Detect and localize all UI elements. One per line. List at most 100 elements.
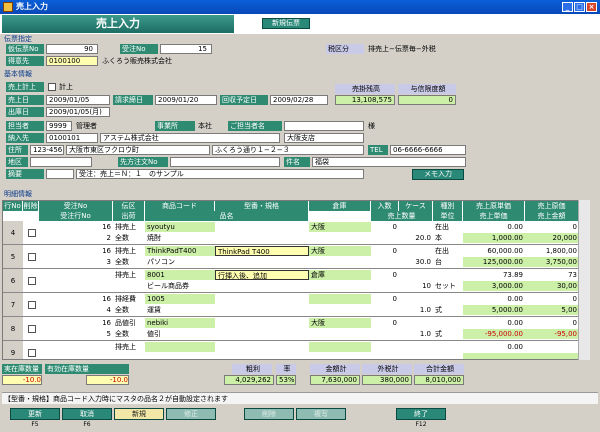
kataban-cell[interactable] bbox=[215, 222, 309, 232]
genka-tanka-cell[interactable]: 0.00 bbox=[463, 318, 525, 328]
sakichu-field[interactable] bbox=[170, 157, 280, 167]
quantity-cell[interactable]: 10 bbox=[371, 281, 433, 291]
tekiyo-select[interactable] bbox=[46, 169, 74, 179]
irisu-cell[interactable]: 0 bbox=[371, 294, 399, 304]
product-name-cell[interactable]: 値引 bbox=[145, 329, 309, 339]
kataban-cell[interactable]: ThinkPad T400 bbox=[215, 246, 309, 256]
uriage-bi-field[interactable]: 2009/01/05 bbox=[46, 95, 110, 105]
chiku-field[interactable] bbox=[30, 157, 92, 167]
soko-cell[interactable]: 倉庫 bbox=[309, 270, 371, 280]
footer-button-1[interactable]: 更新 bbox=[10, 408, 60, 420]
product-code-cell[interactable]: nebiki bbox=[145, 318, 215, 328]
shukka-cell[interactable]: 全数 bbox=[113, 329, 145, 339]
delete-checkbox[interactable] bbox=[28, 325, 36, 333]
zip-field[interactable]: 123-456 bbox=[30, 145, 64, 155]
close-icon[interactable]: × bbox=[586, 2, 597, 12]
soko-cell[interactable] bbox=[309, 294, 371, 304]
soko-cell[interactable]: 大阪 bbox=[309, 318, 371, 328]
nonyu-name-field[interactable]: アステム株式会社 bbox=[100, 133, 280, 143]
tel-field[interactable]: 06-6666-6666 bbox=[390, 145, 466, 155]
kenmei-field[interactable]: 福袋 bbox=[312, 157, 466, 167]
tanka-cell[interactable] bbox=[463, 353, 525, 359]
case-cell[interactable] bbox=[399, 318, 433, 328]
tanka-cell[interactable]: 125,000.00 bbox=[463, 257, 525, 267]
denku-cell[interactable]: 排経費 bbox=[113, 294, 145, 304]
footer-button-5[interactable]: 削除 bbox=[244, 408, 294, 420]
juchu-no-field[interactable]: 15 bbox=[160, 44, 212, 54]
tekiyo-field[interactable]: 受注：売上＝Ｎ：１ のサンプル bbox=[76, 169, 364, 179]
kataban-cell[interactable] bbox=[215, 294, 309, 304]
shukka-cell[interactable]: 全数 bbox=[113, 257, 145, 267]
irisu-cell[interactable] bbox=[371, 342, 399, 352]
case-cell[interactable] bbox=[399, 294, 433, 304]
footer-button-6[interactable]: 複写 bbox=[296, 408, 346, 420]
shukka-cell[interactable] bbox=[113, 353, 145, 359]
genka-tanka-cell[interactable]: 0.00 bbox=[463, 222, 525, 232]
denku-cell[interactable]: 排売上 bbox=[113, 342, 145, 352]
quantity-cell[interactable]: 20.0 bbox=[371, 233, 433, 243]
footer-button-3[interactable]: 新規 bbox=[114, 408, 164, 420]
tanka-cell[interactable]: 5,000.00 bbox=[463, 305, 525, 315]
shukka-cell[interactable]: 全数 bbox=[113, 233, 145, 243]
addr2-field[interactable]: ふくろう通り１−２−３ bbox=[212, 145, 364, 155]
seikyu-field[interactable]: 2009/01/20 bbox=[155, 95, 217, 105]
memo-button[interactable]: メモ入力 bbox=[412, 169, 464, 180]
genka-tanka-cell[interactable]: 60,000.00 bbox=[463, 246, 525, 256]
new-slip-button[interactable]: 新規伝票 bbox=[262, 18, 310, 29]
shukka-cell[interactable] bbox=[113, 281, 145, 291]
delete-checkbox[interactable] bbox=[28, 253, 36, 261]
shukka-cell[interactable]: 全数 bbox=[113, 305, 145, 315]
delete-checkbox[interactable] bbox=[28, 349, 36, 357]
genka-tanka-cell[interactable]: 73.89 bbox=[463, 270, 525, 280]
quantity-cell[interactable]: 1.0 bbox=[371, 329, 433, 339]
product-name-cell[interactable]: 運賃 bbox=[145, 305, 309, 315]
case-cell[interactable] bbox=[399, 270, 433, 280]
quantity-cell[interactable]: 1.0 bbox=[371, 305, 433, 315]
denku-cell[interactable]: 排売上 bbox=[113, 246, 145, 256]
tokui-code-field[interactable]: 0100100 bbox=[46, 56, 98, 66]
case-cell[interactable] bbox=[399, 222, 433, 232]
shukka-field[interactable]: 2009/01/05(月) bbox=[46, 107, 110, 117]
denku-cell[interactable]: 排売上 bbox=[113, 222, 145, 232]
footer-button-4[interactable]: 修正 bbox=[166, 408, 216, 420]
quantity-cell[interactable] bbox=[371, 353, 433, 359]
kataban-cell[interactable]: 行挿入後、追加 bbox=[215, 270, 309, 280]
grid-scrollbar[interactable] bbox=[578, 200, 590, 360]
footer-button-7[interactable]: 終了 bbox=[396, 408, 446, 420]
product-code-cell[interactable]: ThinkPadT400 bbox=[145, 246, 215, 256]
genka-tanka-cell[interactable]: 0.00 bbox=[463, 342, 525, 352]
addr1-field[interactable]: 大阪市東区フクロウ町 bbox=[66, 145, 210, 155]
irisu-cell[interactable]: 0 bbox=[371, 270, 399, 280]
product-code-cell[interactable]: 8001 bbox=[145, 270, 215, 280]
quantity-cell[interactable]: 30.0 bbox=[371, 257, 433, 267]
footer-button-2[interactable]: 取消 bbox=[62, 408, 112, 420]
kataban-cell[interactable] bbox=[215, 342, 309, 352]
kari-no-field[interactable]: 90 bbox=[46, 44, 98, 54]
product-code-cell[interactable]: 1005 bbox=[145, 294, 215, 304]
kaishu-field[interactable]: 2009/02/28 bbox=[270, 95, 328, 105]
genka-tanka-cell[interactable]: 0.00 bbox=[463, 294, 525, 304]
goirai-field[interactable] bbox=[284, 121, 364, 131]
product-code-cell[interactable]: syoutyu bbox=[145, 222, 215, 232]
nonyu-code-field[interactable]: 0100101 bbox=[46, 133, 98, 143]
denku-cell[interactable]: 品値引 bbox=[113, 318, 145, 328]
delete-checkbox[interactable] bbox=[28, 277, 36, 285]
tanka-cell[interactable]: 3,000.00 bbox=[463, 281, 525, 291]
tanka-cell[interactable]: 1,000.00 bbox=[463, 233, 525, 243]
denku-cell[interactable]: 排売上 bbox=[113, 270, 145, 280]
soko-cell[interactable]: 大阪 bbox=[309, 246, 371, 256]
maximize-icon[interactable]: □ bbox=[574, 2, 585, 12]
keijo-checkbox[interactable] bbox=[48, 83, 56, 91]
delete-checkbox[interactable] bbox=[28, 301, 36, 309]
product-name-cell[interactable] bbox=[145, 353, 309, 359]
irisu-cell[interactable]: 0 bbox=[371, 246, 399, 256]
minimize-icon[interactable]: _ bbox=[562, 2, 573, 12]
product-name-cell[interactable]: パソコン bbox=[145, 257, 309, 267]
tanka-cell[interactable]: -95,000.00 bbox=[463, 329, 525, 339]
product-name-cell[interactable]: ビール商品券 bbox=[145, 281, 309, 291]
product-code-cell[interactable] bbox=[145, 342, 215, 352]
delete-checkbox[interactable] bbox=[28, 229, 36, 237]
irisu-cell[interactable]: 0 bbox=[371, 222, 399, 232]
case-cell[interactable] bbox=[399, 342, 433, 352]
nonyu-shiten-field[interactable]: 大阪支店 bbox=[284, 133, 364, 143]
